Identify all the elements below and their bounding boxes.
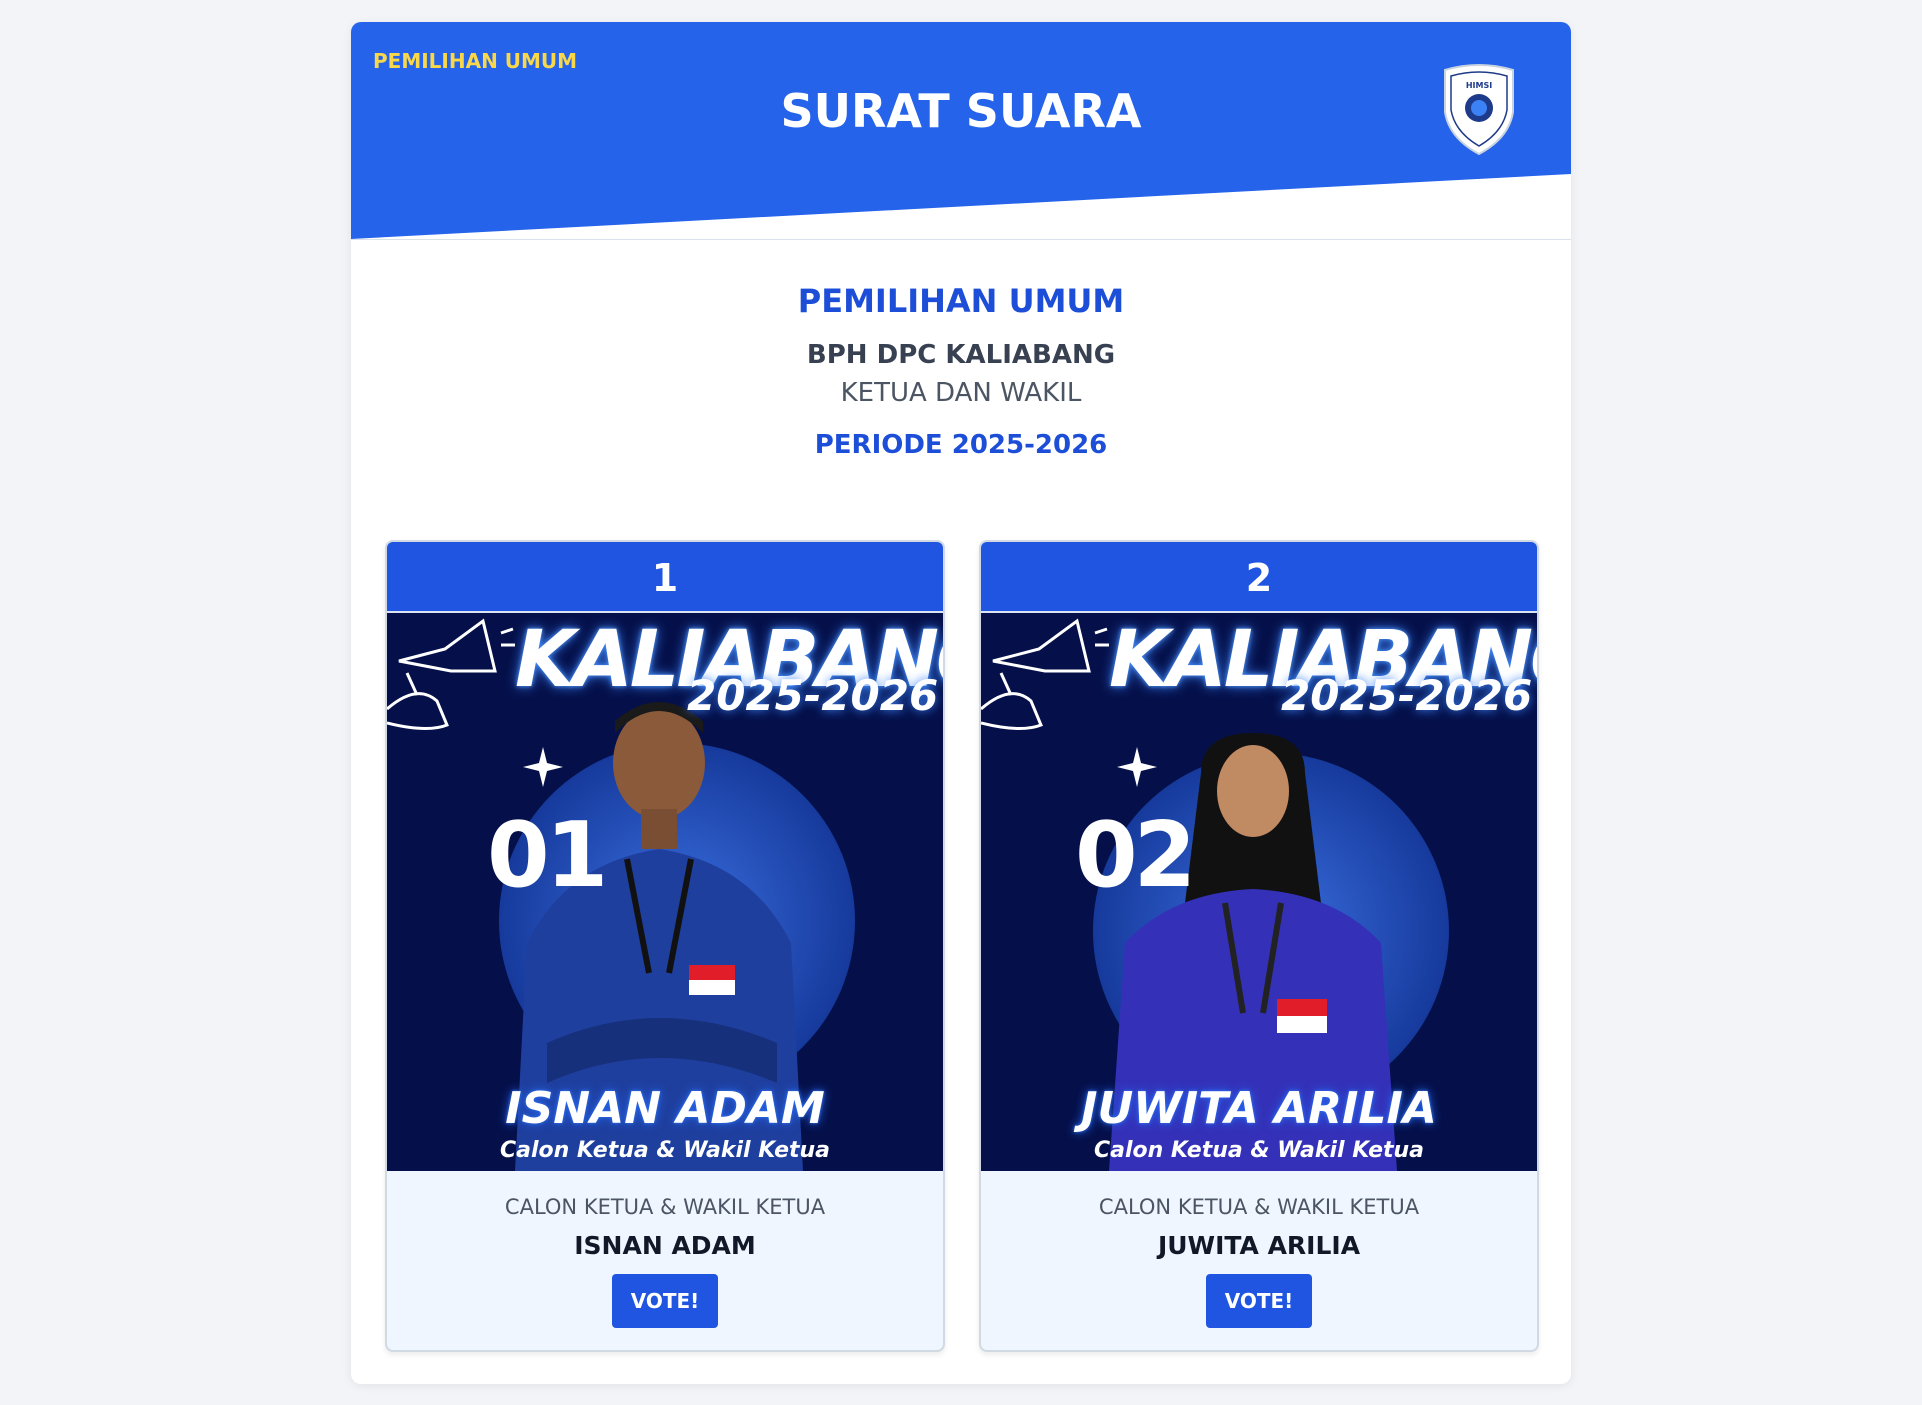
intro-role: KETUA DAN WAKIL [840, 378, 1082, 408]
candidate-role: CALON KETUA & WAKIL KETUA [1098, 1195, 1420, 1219]
candidate-card-1: 1 KALIABAN 2025-2026 01 ISNAN ADAM Calon… [385, 540, 945, 1352]
candidate-poster: KALIABANG 2025-2026 02 JUWITA ARILIA Cal… [981, 613, 1537, 1171]
election-intro: PEMILIHAN UMUM BPH DPC KALIABANG KETUA D… [351, 282, 1571, 460]
megaphone-icon [387, 618, 515, 730]
poster-ballot-number: 02 [1075, 803, 1196, 908]
ballot-card: PEMILIHAN UMUM SURAT SUARA HIMSI PEMILIH… [351, 22, 1571, 1384]
candidate-info: CALON KETUA & WAKIL KETUA JUWITA ARILIA … [981, 1171, 1537, 1328]
ballot-header: PEMILIHAN UMUM SURAT SUARA HIMSI [351, 22, 1571, 240]
sparkle-icon [1117, 747, 1157, 787]
candidate-card-2: 2 KALIABAN 2025-2026 02 JUWITA ARILIA Ca… [979, 540, 1539, 1352]
candidate-info: CALON KETUA & WAKIL KETUA ISNAN ADAM VOT… [387, 1171, 943, 1328]
candidate-poster: KALIABANG 2025-2026 01 ISNAN ADAM Calon … [387, 613, 943, 1171]
poster-year: 2025-2026 [1281, 671, 1533, 720]
candidate-name: JUWITA ARILIA [1157, 1231, 1361, 1260]
candidate-number: 2 [981, 542, 1537, 613]
himsi-logo: HIMSI [1439, 64, 1519, 160]
candidate-number: 1 [387, 542, 943, 613]
poster-subtitle: Calon Ketua & Wakil Ketua [1093, 1138, 1425, 1163]
candidate-name: ISNAN ADAM [574, 1231, 756, 1260]
header-tag: PEMILIHAN UMUM [373, 49, 578, 73]
poster-candidate-name: ISNAN ADAM [505, 1083, 825, 1134]
poster-year: 2025-2026 [687, 671, 939, 720]
intro-organization: BPH DPC KALIABANG [806, 340, 1116, 370]
sparkle-icon [523, 747, 563, 787]
poster-candidate-name: JUWITA ARILIA [1081, 1083, 1437, 1134]
vote-button-2[interactable]: VOTE! [1206, 1274, 1312, 1328]
page-title: SURAT SUARA [780, 84, 1142, 138]
candidate-role: CALON KETUA & WAKIL KETUA [504, 1195, 826, 1219]
svg-text:HIMSI: HIMSI [1466, 81, 1492, 90]
poster-ballot-number: 01 [487, 803, 608, 908]
intro-period: PERIODE 2025-2026 [814, 430, 1108, 460]
megaphone-icon [981, 618, 1109, 730]
vote-button-1[interactable]: VOTE! [612, 1274, 718, 1328]
intro-title: PEMILIHAN UMUM [797, 282, 1125, 320]
poster-subtitle: Calon Ketua & Wakil Ketua [499, 1138, 831, 1163]
